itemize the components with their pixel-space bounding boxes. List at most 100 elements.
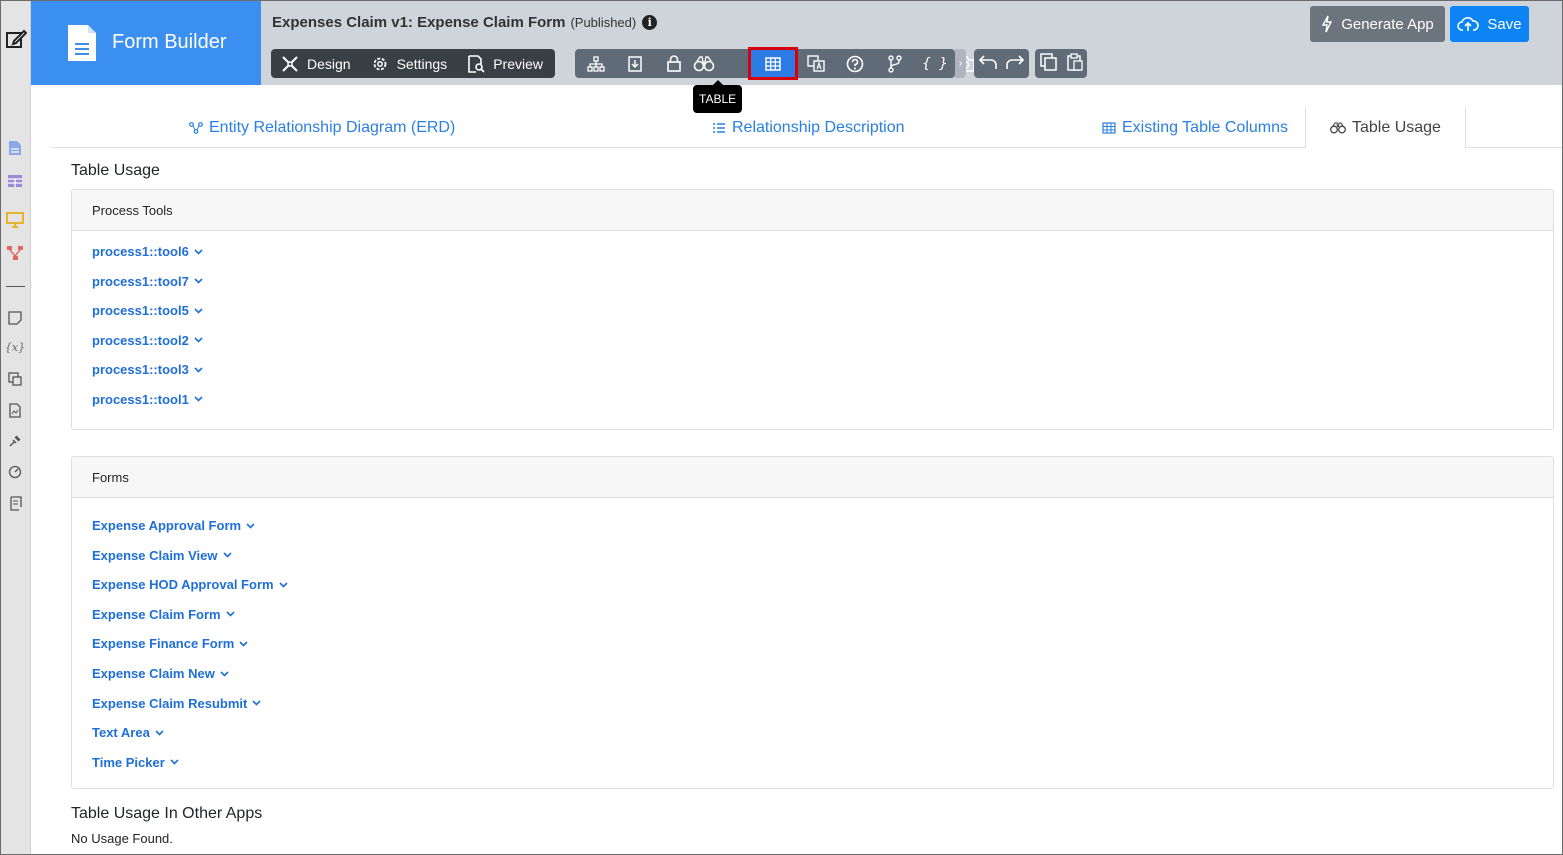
chevron-down-icon <box>252 700 261 706</box>
list-item[interactable]: process1::tool5 <box>92 303 203 318</box>
table-icon[interactable] <box>6 172 24 190</box>
translate-icon[interactable] <box>797 49 835 78</box>
list-item-label: process1::tool6 <box>92 244 189 259</box>
gauge-icon[interactable] <box>6 463 24 481</box>
forms-card: Forms Expense Approval Form Expense Claim… <box>71 456 1554 789</box>
settings-button[interactable]: Settings <box>361 49 458 78</box>
save-label: Save <box>1487 15 1522 33</box>
list-item-label: Expense Claim New <box>92 666 215 681</box>
generate-app-label: Generate App <box>1341 15 1434 33</box>
list-item[interactable]: process1::tool7 <box>92 274 203 289</box>
toolbar-more-button[interactable]: › <box>955 49 966 78</box>
tab-existing-columns-label: Existing Table Columns <box>1122 118 1289 136</box>
design-button[interactable]: Design <box>271 49 361 78</box>
plug-icon[interactable] <box>6 432 24 450</box>
chevron-down-icon <box>194 396 203 402</box>
list-item-label: Expense HOD Approval Form <box>92 577 274 593</box>
generate-app-button[interactable]: Generate App <box>1310 6 1445 42</box>
variable-icon[interactable]: {x} <box>5 338 25 356</box>
tab-erd[interactable]: Entity Relationship Diagram (ERD) <box>189 107 455 148</box>
save-button[interactable]: Save <box>1450 6 1529 42</box>
undo-icon[interactable] <box>978 54 998 73</box>
list-item-label: Expense Finance Form <box>92 636 235 652</box>
list-item[interactable]: Time Picker <box>92 755 179 770</box>
form-title-row: Expenses Claim v1: Expense Claim Form (P… <box>272 14 658 31</box>
list-item[interactable]: process1::tool3 <box>92 362 203 377</box>
chevron-down-icon <box>278 582 288 588</box>
list-item-label: Expense Claim View <box>92 547 218 563</box>
list-item-label: process1::tool3 <box>92 362 189 377</box>
list-item-label: Text Area <box>92 725 150 741</box>
list-item[interactable]: process1::tool6 <box>92 244 203 259</box>
list-item-label: process1::tool7 <box>92 273 189 289</box>
binoculars-icon[interactable] <box>685 49 723 78</box>
chevron-down-icon <box>194 307 203 314</box>
sidebar-divider <box>6 286 25 287</box>
tab-existing-table-columns[interactable]: Existing Table Columns <box>1102 107 1288 148</box>
brand-area[interactable]: Form Builder <box>31 0 261 85</box>
image-file-icon[interactable] <box>6 401 24 419</box>
list-item-label: process1::tool1 <box>92 391 189 407</box>
workflow-icon[interactable] <box>6 244 24 262</box>
lightning-icon <box>1322 15 1333 33</box>
list-item[interactable]: Expense Claim Resubmit <box>92 696 261 711</box>
chevron-down-icon <box>222 552 232 558</box>
list-item[interactable]: Expense Claim New <box>92 666 229 681</box>
redo-icon[interactable] <box>1005 54 1025 73</box>
clipboard-group <box>1035 49 1087 78</box>
document-icon[interactable] <box>6 139 24 157</box>
brand-title: Form Builder <box>112 31 227 53</box>
tab-relationship-label: Relationship Description <box>732 118 905 136</box>
branch-icon[interactable] <box>876 49 914 78</box>
paste-icon[interactable] <box>1066 53 1083 74</box>
copy-icon[interactable] <box>1039 53 1058 74</box>
gear-icon <box>373 57 386 70</box>
monitor-icon[interactable] <box>6 211 24 229</box>
script-icon[interactable] <box>6 494 24 512</box>
edit-icon[interactable] <box>4 27 28 51</box>
list-item[interactable]: process1::tool2 <box>92 333 203 348</box>
list-item[interactable]: Expense Claim View <box>92 548 232 563</box>
tab-table-usage-label: Table Usage <box>1352 119 1441 136</box>
hierarchy-icon[interactable] <box>577 49 615 78</box>
other-apps-heading: Table Usage In Other Apps <box>71 805 263 822</box>
list-item-label: Expense Approval Form <box>92 518 242 533</box>
table-icon <box>1102 121 1116 134</box>
form-document-icon <box>66 23 98 63</box>
tab-bar: Entity Relationship Diagram (ERD) Relati… <box>51 107 1563 149</box>
tab-relationship-description[interactable]: Relationship Description <box>712 107 905 148</box>
app-header: Form Builder Expenses Claim v1: Expense … <box>31 0 1563 85</box>
preview-button[interactable]: Preview <box>457 49 553 78</box>
table-icon <box>765 56 781 71</box>
preview-label: Preview <box>493 55 543 72</box>
left-sidebar: {x} <box>0 0 31 855</box>
table-tool-button[interactable] <box>748 47 798 80</box>
translate-icon[interactable] <box>6 370 24 388</box>
list-item[interactable]: Expense Claim Form <box>92 607 235 622</box>
help-icon[interactable] <box>836 49 874 78</box>
note-icon[interactable] <box>6 309 24 327</box>
preview-icon <box>468 54 485 73</box>
list-item[interactable]: Expense Finance Form <box>92 636 248 651</box>
toolbar: { } <box>575 47 975 80</box>
info-icon[interactable]: i <box>642 15 658 30</box>
design-label: Design <box>307 55 351 72</box>
list-item[interactable]: Expense Approval Form <box>92 518 255 533</box>
chevron-down-icon <box>226 611 235 617</box>
list-item[interactable]: Expense HOD Approval Form <box>92 577 288 592</box>
settings-label: Settings <box>396 55 448 72</box>
import-icon[interactable] <box>616 49 654 78</box>
list-item-label: process1::tool2 <box>92 332 189 348</box>
list-item-label: Expense Claim Resubmit <box>92 695 248 711</box>
page-title: Table Usage <box>71 162 160 179</box>
chevron-down-icon <box>239 641 248 647</box>
tab-table-usage[interactable]: Table Usage <box>1305 107 1466 149</box>
list-item[interactable]: process1::tool1 <box>92 392 203 407</box>
chevron-down-icon <box>194 337 203 343</box>
list-item[interactable]: Text Area <box>92 725 164 740</box>
form-status: (Published) <box>570 15 637 30</box>
no-usage-text: No Usage Found. <box>71 831 173 846</box>
list-item-label: process1::tool5 <box>92 303 189 318</box>
chevron-down-icon <box>194 278 203 284</box>
mode-switcher: Design Settings Preview <box>271 49 555 78</box>
